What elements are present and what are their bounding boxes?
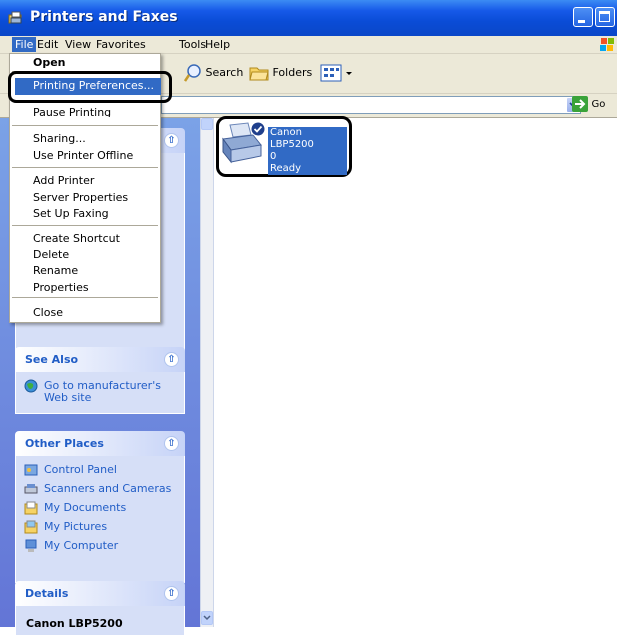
- folders-label: Folders: [272, 66, 313, 79]
- highlight-callout: [8, 71, 172, 103]
- my-documents-link[interactable]: My Documents: [24, 501, 126, 515]
- pane-scrollbar[interactable]: [200, 118, 214, 627]
- my-computer-icon: [25, 539, 37, 552]
- printer-list-area[interactable]: [214, 118, 617, 627]
- menu-item-sharing[interactable]: Sharing...: [33, 132, 86, 145]
- views-button[interactable]: [320, 63, 354, 86]
- menu-edit[interactable]: Edit: [37, 38, 58, 51]
- details-panel: Details ⇧ Canon LBP5200: [15, 581, 185, 636]
- scanner-icon: [24, 484, 38, 494]
- menu-separator: [12, 167, 158, 168]
- menu-item-use-printer-offline[interactable]: Use Printer Offline: [33, 149, 133, 162]
- menu-file[interactable]: File: [12, 37, 37, 52]
- menu-tools[interactable]: Tools: [179, 38, 206, 51]
- folders-icon: [249, 67, 269, 81]
- my-computer-label: My Computer: [44, 539, 119, 552]
- collapse-icon[interactable]: ⇧: [164, 352, 179, 367]
- menu-bar: [0, 36, 617, 54]
- manufacturer-link-line2[interactable]: Web site: [44, 391, 91, 404]
- globe-icon: [24, 379, 38, 393]
- my-documents-icon: [24, 501, 38, 515]
- menu-item-close[interactable]: Close: [33, 306, 63, 319]
- chevron-down-icon: [203, 615, 211, 621]
- details-title: Details: [25, 587, 69, 600]
- search-button[interactable]: Search: [183, 64, 244, 82]
- minimize-button[interactable]: [573, 7, 593, 27]
- windows-logo-icon: [600, 38, 614, 51]
- printer-label[interactable]: Canon LBP5200 0 Ready: [268, 127, 347, 175]
- control-panel-label: Control Panel: [44, 463, 117, 476]
- search-label: Search: [205, 66, 244, 79]
- go-arrow-icon: [572, 96, 588, 112]
- folders-button[interactable]: Folders: [249, 64, 312, 82]
- other-places-body: Control Panel Scanners and Cameras My Do…: [15, 456, 185, 583]
- menu-item-server-properties[interactable]: Server Properties: [33, 191, 128, 204]
- collapse-icon[interactable]: ⇧: [164, 586, 179, 601]
- see-also-title: See Also: [25, 353, 79, 366]
- collapse-icon[interactable]: ⇧: [164, 133, 179, 148]
- address-field[interactable]: [161, 96, 581, 114]
- printer-status: Ready: [270, 163, 302, 174]
- details-body: Canon LBP5200: [15, 606, 185, 636]
- see-also-panel: See Also ⇧ Go to manufacturer's Web site: [15, 347, 185, 414]
- menu-item-pause-printing[interactable]: Pause Printing: [33, 106, 111, 117]
- menu-item-delete[interactable]: Delete: [33, 248, 69, 261]
- my-documents-label: My Documents: [44, 501, 127, 514]
- maximize-button[interactable]: [595, 7, 615, 27]
- menu-separator: [12, 297, 158, 298]
- my-pictures-label: My Pictures: [44, 520, 108, 533]
- menu-item-add-printer[interactable]: Add Printer: [33, 174, 94, 187]
- go-button[interactable]: Go: [572, 96, 605, 112]
- views-icon: [320, 64, 352, 82]
- details-printer-name: Canon LBP5200: [26, 617, 123, 630]
- control-panel-link[interactable]: Control Panel: [24, 463, 117, 477]
- printer-icon: [222, 121, 266, 164]
- scroll-up-button[interactable]: [201, 118, 213, 130]
- see-also-header[interactable]: See Also ⇧: [15, 347, 185, 372]
- menu-separator: [12, 125, 158, 126]
- window-title: Printers and Faxes: [30, 9, 178, 25]
- collapse-icon[interactable]: ⇧: [164, 436, 179, 451]
- menu-item-open[interactable]: Open: [33, 56, 66, 69]
- printer-name: Canon LBP5200: [270, 127, 314, 150]
- printers-folder-icon: [8, 11, 22, 24]
- other-places-title: Other Places: [25, 437, 104, 450]
- my-pictures-link[interactable]: My Pictures: [24, 520, 107, 534]
- menu-item-create-shortcut[interactable]: Create Shortcut: [33, 232, 120, 245]
- menu-favorites[interactable]: Favorites: [96, 38, 146, 51]
- other-places-header[interactable]: Other Places ⇧: [15, 431, 185, 456]
- menu-file-label: File: [15, 38, 34, 51]
- my-computer-link[interactable]: My Computer: [24, 539, 118, 553]
- menu-item-properties[interactable]: Properties: [33, 281, 89, 294]
- search-icon: [183, 64, 201, 82]
- scanners-cameras-link[interactable]: Scanners and Cameras: [24, 482, 171, 496]
- menu-item-set-up-faxing[interactable]: Set Up Faxing: [33, 207, 109, 220]
- menu-view[interactable]: View: [65, 38, 91, 51]
- see-also-body: Go to manufacturer's Web site: [15, 372, 185, 414]
- scroll-down-button[interactable]: [201, 611, 213, 625]
- menu-help[interactable]: Help: [205, 38, 230, 51]
- menu-item-rename[interactable]: Rename: [33, 264, 78, 277]
- go-label: Go: [591, 99, 606, 110]
- scanners-cameras-label: Scanners and Cameras: [44, 482, 172, 495]
- printer-jobs: 0: [270, 151, 277, 162]
- other-places-panel: Other Places ⇧ Control Panel Scanners an…: [15, 431, 185, 583]
- details-header[interactable]: Details ⇧: [15, 581, 185, 606]
- control-panel-icon: [24, 464, 38, 476]
- menu-separator: [12, 225, 158, 226]
- my-pictures-icon: [24, 520, 38, 534]
